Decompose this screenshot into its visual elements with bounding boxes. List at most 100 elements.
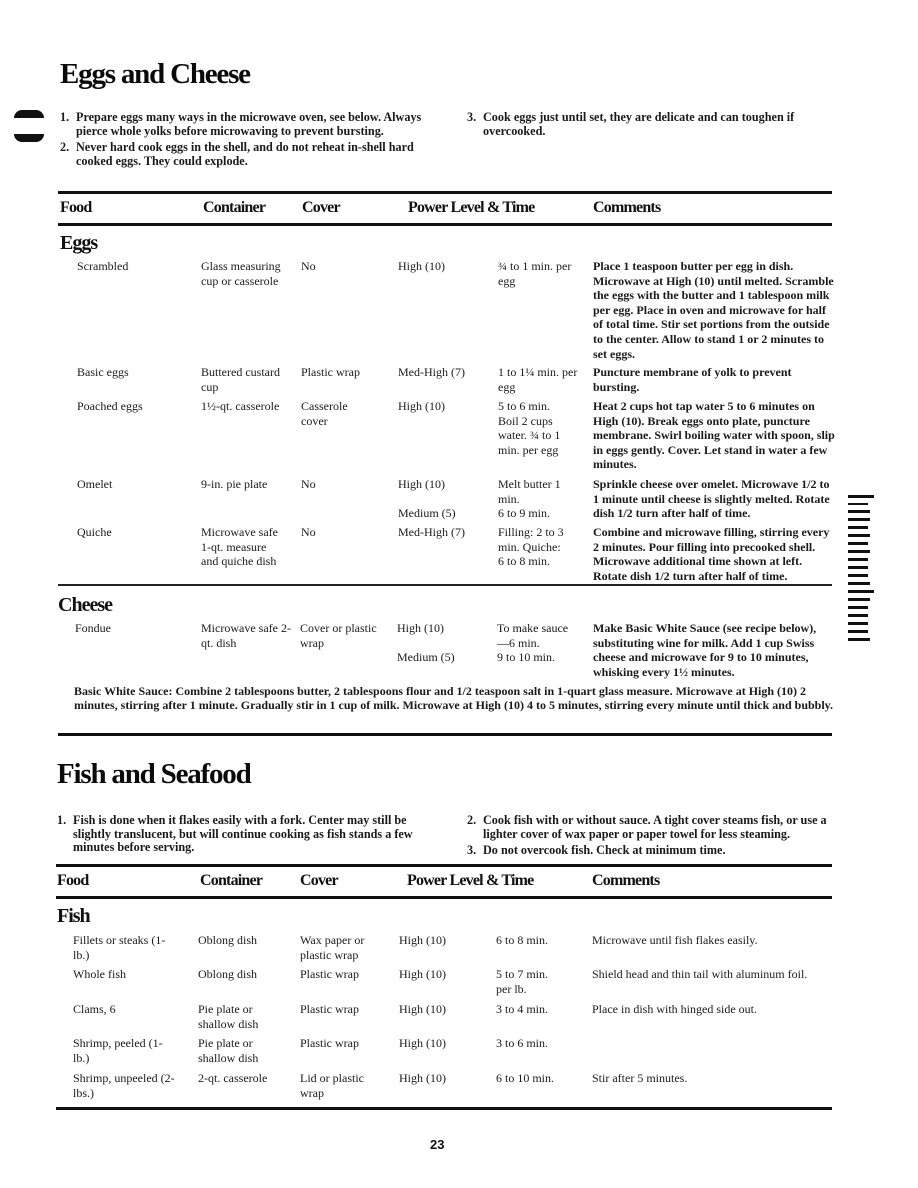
eggs-intro-right: 3. Cook eggs just until set, they are del… xyxy=(467,110,827,141)
cell-food: Shrimp, unpeeled (2-lbs.) xyxy=(73,1071,175,1100)
cell-cover: Cover or plastic wrap xyxy=(300,621,377,650)
fish-table-bottom-rule xyxy=(56,1107,832,1110)
cell-comments: Place in dish with hinged side out. xyxy=(592,1002,757,1016)
cell-power: High (10) xyxy=(399,933,446,947)
cell-cover: Plastic wrap xyxy=(300,1002,359,1016)
col-header-comments: Comments xyxy=(593,199,661,216)
fish-header-bottom-rule xyxy=(56,896,832,899)
cell-container: Oblong dish xyxy=(198,933,258,947)
cell-power: High (10) xyxy=(398,399,445,413)
cell-food: Shrimp, peeled (1-lb.) xyxy=(73,1036,163,1065)
cell-food: Scrambled xyxy=(77,259,129,273)
cell-container: Oblong dish xyxy=(198,967,258,981)
cell-power: Med-High (7) xyxy=(398,365,465,379)
cell-time-2: 6 to 9 min. xyxy=(498,506,551,520)
cell-cover: Casserole cover xyxy=(301,399,348,428)
subsection-cheese: Cheese xyxy=(58,594,113,616)
cell-time: 3 to 4 min. xyxy=(496,1002,549,1016)
fish-intro-left: 1. Fish is done when it flakes easily wit… xyxy=(57,813,442,858)
cell-time: To make sauce—6 min. xyxy=(497,621,569,650)
col-header-power: Power Level & Time xyxy=(408,199,535,216)
eggs-intro-left: 1. Prepare eggs many ways in the microwav… xyxy=(60,110,440,171)
cell-comments: Stir after 5 minutes. xyxy=(592,1071,688,1085)
cell-comments: Sprinkle cheese over omelet. Microwave 1… xyxy=(593,477,830,521)
cell-comments: Microwave until fish flakes easily. xyxy=(592,933,758,947)
cell-comments: Place 1 teaspoon butter per egg in dish.… xyxy=(593,259,834,361)
cell-comments: Puncture membrane of yolk to prevent bur… xyxy=(593,365,792,394)
cell-power: High (10) xyxy=(399,967,446,981)
margin-tab-mark-bottom xyxy=(14,134,44,142)
eggs-table-bottom-rule xyxy=(58,584,832,586)
cell-power: High (10) xyxy=(398,259,445,273)
col-header-cover: Cover xyxy=(300,872,339,889)
cell-power: High (10) xyxy=(398,477,445,491)
margin-tab-mark-top xyxy=(14,110,44,118)
cell-power: High (10) xyxy=(397,621,444,635)
cell-cover: No xyxy=(301,259,316,273)
cell-food: Poached eggs xyxy=(77,399,143,413)
fish-intro-item: 2. Cook fish with or without sauce. A tig… xyxy=(467,813,827,841)
cell-time: 5 to 6 min. Boil 2 cups water. ¾ to 1 mi… xyxy=(498,399,561,457)
cell-food: Omelet xyxy=(77,477,113,491)
cell-food: Fondue xyxy=(75,621,111,635)
basic-white-sauce-note: Basic White Sauce: Combine 2 tablespoons… xyxy=(74,684,834,712)
cell-food: Clams, 6 xyxy=(73,1002,116,1016)
subsection-fish: Fish xyxy=(57,905,91,927)
cell-comments: Shield head and thin tail with aluminum … xyxy=(592,967,808,981)
col-header-cover: Cover xyxy=(302,199,341,216)
cell-food: Fillets or steaks (1-lb.) xyxy=(73,933,166,962)
fish-intro-item: 3. Do not overcook fish. Check at minimum… xyxy=(467,843,726,857)
cell-container: Microwave safe 2-qt. dish xyxy=(201,621,291,650)
cell-power-2: Medium (5) xyxy=(397,650,455,664)
cell-power: Med-High (7) xyxy=(398,525,465,539)
cell-food: Whole fish xyxy=(73,967,126,981)
cell-time: Filling: 2 to 3 min. Quiche: 6 to 8 min. xyxy=(498,525,564,569)
page-number: 23 xyxy=(430,1137,445,1152)
eggs-intro-item: 2. Never hard cook eggs in the shell, and… xyxy=(60,140,414,168)
cell-cover: Wax paper or plastic wrap xyxy=(300,933,365,962)
cell-cover: No xyxy=(301,477,316,491)
col-header-power: Power Level & Time xyxy=(407,872,534,889)
cell-time: ¾ to 1 min. per egg xyxy=(498,259,572,288)
cell-time: 6 to 8 min. xyxy=(496,933,549,947)
section-end-rule xyxy=(58,733,832,736)
cell-comments: Combine and microwave filling, stirring … xyxy=(593,525,830,583)
cell-time-2: 9 to 10 min. xyxy=(497,650,556,664)
cell-cover: No xyxy=(301,525,316,539)
cell-container: Glass measuring cup or casserole xyxy=(201,259,281,288)
cell-power: High (10) xyxy=(399,1002,446,1016)
fish-table-top-rule xyxy=(56,864,832,867)
fish-intro-item: 1. Fish is done when it flakes easily wit… xyxy=(57,813,413,854)
section-title-eggs-cheese: Eggs and Cheese xyxy=(60,58,251,90)
cell-container: Pie plate or shallow dish xyxy=(198,1002,259,1031)
cell-time: 6 to 10 min. xyxy=(496,1071,555,1085)
cell-power: High (10) xyxy=(399,1036,446,1050)
col-header-comments: Comments xyxy=(592,872,660,889)
subsection-eggs: Eggs xyxy=(60,232,98,254)
cell-cover: Plastic wrap xyxy=(300,967,359,981)
cell-container: 9-in. pie plate xyxy=(201,477,268,491)
col-header-food: Food xyxy=(60,199,92,216)
fish-intro-right: 2. Cook fish with or without sauce. A tig… xyxy=(467,813,842,861)
cell-container: Buttered custard cup xyxy=(201,365,280,394)
cell-comments: Heat 2 cups hot tap water 5 to 6 minutes… xyxy=(593,399,835,472)
cell-cover: Plastic wrap xyxy=(300,1036,359,1050)
col-header-container: Container xyxy=(203,199,266,216)
cell-cover: Plastic wrap xyxy=(301,365,360,379)
cell-time: 1 to 1¼ min. per egg xyxy=(498,365,578,394)
cell-time: 5 to 7 min. per lb. xyxy=(496,967,549,996)
col-header-container: Container xyxy=(200,872,263,889)
edge-marks xyxy=(848,495,878,646)
header-bottom-rule xyxy=(58,223,832,226)
cell-container: Pie plate or shallow dish xyxy=(198,1036,259,1065)
cell-food: Basic eggs xyxy=(77,365,129,379)
eggs-intro-item: 3. Cook eggs just until set, they are del… xyxy=(467,110,795,138)
table-top-rule xyxy=(58,191,832,194)
cell-time: Melt butter 1 min. xyxy=(498,477,561,506)
section-title-fish-seafood: Fish and Seafood xyxy=(57,758,252,790)
cell-comments: Make Basic White Sauce (see recipe below… xyxy=(593,621,817,679)
col-header-food: Food xyxy=(57,872,89,889)
cell-container: Microwave safe 1-qt. measure and quiche … xyxy=(201,525,278,569)
cell-container: 2-qt. casserole xyxy=(198,1071,268,1085)
cell-cover: Lid or plastic wrap xyxy=(300,1071,364,1100)
